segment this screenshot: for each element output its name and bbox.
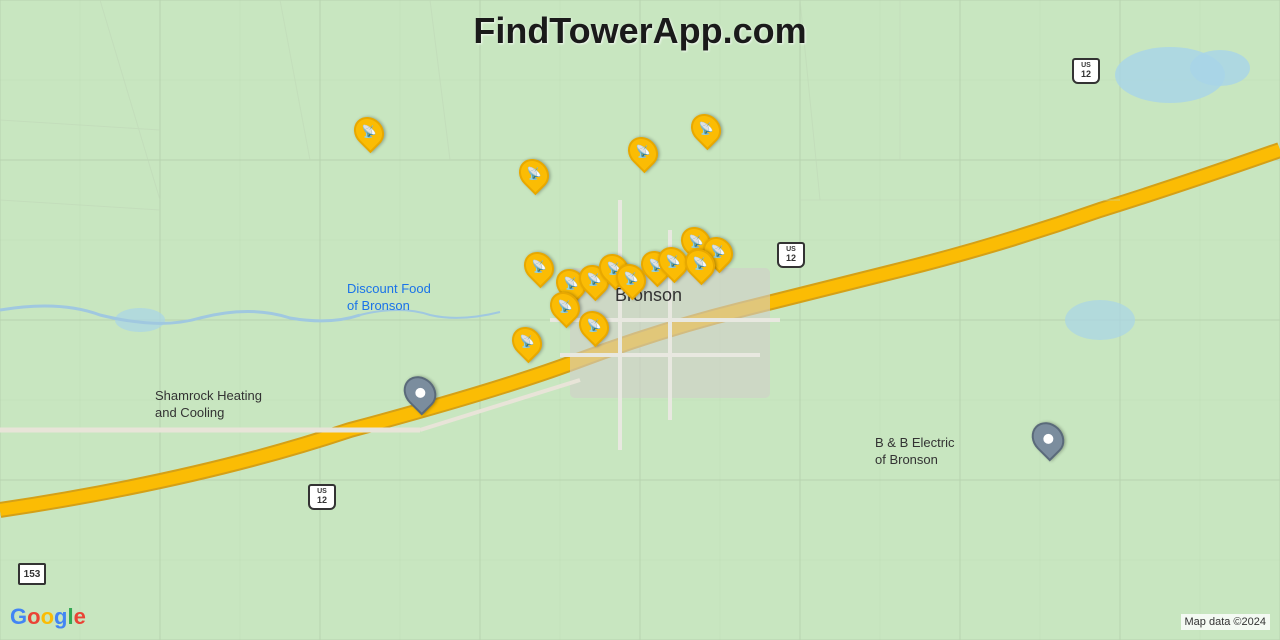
tower-marker[interactable]: 📡 [520,158,548,190]
tower-marker[interactable]: 📡 [355,116,383,148]
tower-marker[interactable]: 📡 [692,113,720,145]
map-container: FindTowerApp.com Bronson Discount Foodof… [0,0,1280,640]
state153-shield: 153 [18,563,46,585]
grey-location-marker[interactable] [1033,421,1063,456]
tower-marker[interactable]: 📡 [629,136,657,168]
tower-marker[interactable]: 📡 [551,291,579,323]
us12-shield-top: US12 [1072,58,1100,84]
tower-marker[interactable]: 📡 [686,248,714,280]
google-logo: Google [10,604,86,630]
map-data-attribution: Map data ©2024 [1181,614,1271,630]
map-background [0,0,1280,640]
tower-marker[interactable]: 📡 [513,326,541,358]
tower-marker[interactable]: 📡 [525,251,553,283]
bb-electric-label: B & B Electricof Bronson [875,435,954,469]
us12-shield-mid: US12 [777,242,805,268]
tower-marker[interactable]: 📡 [580,310,608,342]
site-title: FindTowerApp.com [473,10,806,52]
us12-shield-bot: US12 [308,484,336,510]
discount-food-label: Discount Foodof Bronson [347,281,431,315]
grey-location-marker[interactable] [405,375,435,410]
shamrock-label: Shamrock Heatingand Cooling [155,388,262,422]
